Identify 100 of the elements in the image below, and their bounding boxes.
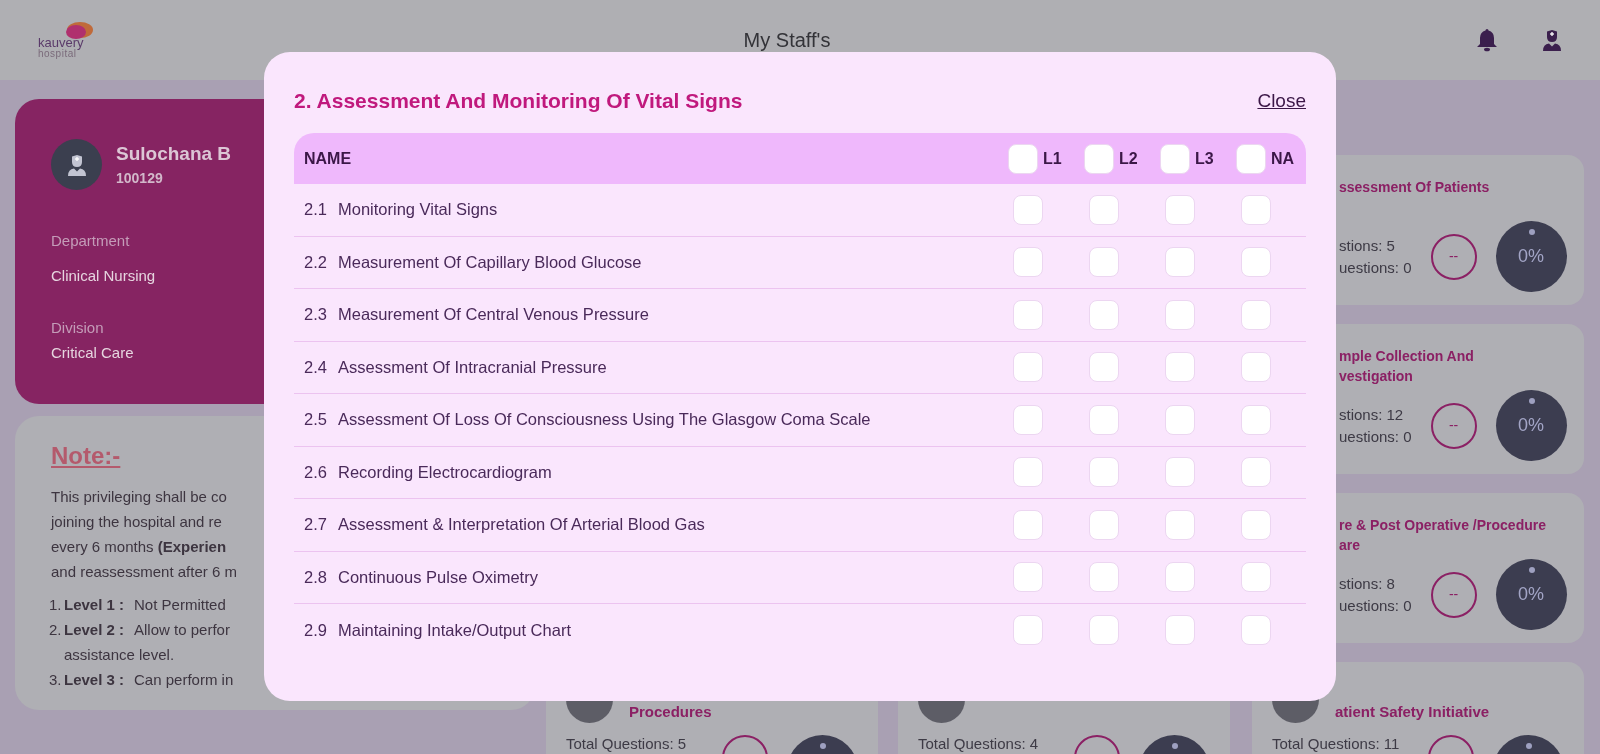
checkbox[interactable] — [1241, 247, 1271, 278]
card-title: atient Safety Initiative — [1335, 701, 1490, 722]
item-name: Assessment Of Intracranial Pressure — [338, 356, 608, 378]
modal-title: 2. Assessment And Monitoring Of Vital Signs — [294, 88, 743, 115]
column-header: NA — [1271, 148, 1295, 169]
checkbox[interactable] — [1013, 562, 1043, 593]
checkbox[interactable] — [1165, 194, 1195, 225]
question-count: Total Questions: 4 — [918, 735, 1039, 752]
checkbox[interactable] — [1089, 457, 1119, 488]
card-title: ssessment Of Patients — [1339, 178, 1491, 197]
checkbox[interactable] — [1013, 299, 1043, 330]
checkbox[interactable] — [1241, 194, 1271, 225]
bell-icon[interactable] — [1476, 28, 1498, 52]
checkbox[interactable] — [1165, 509, 1195, 540]
item-number: 2.6 — [304, 461, 328, 483]
checkbox[interactable] — [1089, 352, 1119, 383]
item-number: 2.3 — [304, 304, 328, 326]
item-number: 2.9 — [304, 619, 328, 641]
item-number: 2.7 — [304, 514, 328, 536]
card-title: re & Post Operative /Procedure — [1339, 516, 1547, 535]
page-title: My Staff's — [743, 28, 831, 53]
checkbox[interactable] — [1013, 615, 1043, 646]
nurse-icon — [1540, 27, 1564, 53]
checkbox[interactable] — [1013, 247, 1043, 278]
checkbox[interactable] — [1089, 194, 1119, 225]
checkbox[interactable] — [1165, 404, 1195, 435]
field-label: Division — [51, 318, 105, 338]
ring-text: -- — [1448, 585, 1459, 604]
checkbox[interactable] — [1236, 143, 1266, 174]
field-value: Critical Care — [51, 342, 135, 363]
checkbox[interactable] — [1089, 615, 1119, 646]
checkbox[interactable] — [1165, 562, 1195, 593]
checkbox[interactable] — [1241, 562, 1271, 593]
percent-text: 0% — [1518, 414, 1545, 437]
item-number: 2.5 — [304, 409, 328, 431]
ring-text: -- — [1448, 247, 1459, 266]
checkbox[interactable] — [1241, 352, 1271, 383]
question-count: uestions: 0 — [1339, 595, 1412, 616]
column-header: L1 — [1043, 148, 1062, 169]
checkbox[interactable] — [1008, 143, 1038, 174]
question-count: uestions: 0 — [1339, 426, 1412, 447]
note-text: This privileging shall be co — [51, 487, 227, 507]
question-count: Total Questions: 11 — [1272, 735, 1400, 752]
note-text: every 6 months (Experien — [51, 537, 227, 557]
checkbox[interactable] — [1089, 299, 1119, 330]
level-label: Level 3 : — [64, 670, 125, 690]
checkbox[interactable] — [1013, 457, 1043, 488]
level-text: Can perform in — [134, 670, 234, 690]
note-text: and reassessment after 6 m — [51, 562, 237, 582]
checkbox[interactable] — [1013, 194, 1043, 225]
item-name: Continuous Pulse Oximetry — [338, 566, 539, 588]
checkbox[interactable] — [1089, 509, 1119, 540]
checkbox[interactable] — [1165, 247, 1195, 278]
checkbox[interactable] — [1165, 457, 1195, 488]
checkbox[interactable] — [1241, 615, 1271, 646]
item-name: Monitoring Vital Signs — [338, 199, 499, 221]
list-number: 2. — [49, 620, 63, 640]
note-heading: Note:- — [51, 442, 121, 469]
checkbox[interactable] — [1165, 299, 1195, 330]
card-title: vestigation — [1339, 367, 1414, 386]
checkbox[interactable] — [1165, 615, 1195, 646]
checkbox[interactable] — [1089, 562, 1119, 593]
question-count: stions: 5 — [1339, 235, 1396, 256]
column-header: NAME — [304, 148, 353, 169]
card-title: are — [1339, 536, 1362, 555]
checkbox[interactable] — [1013, 352, 1043, 383]
checkbox[interactable] — [1241, 404, 1271, 435]
checkbox[interactable] — [1013, 404, 1043, 435]
question-count: stions: 12 — [1339, 404, 1405, 425]
item-name: Recording Electrocardiogram — [338, 461, 553, 483]
item-name: Assessment & Interpretation Of Arterial Blood Gas — [338, 514, 706, 536]
logo[interactable]: kauvery hospital — [38, 21, 98, 59]
level-text: Allow to perfor — [134, 620, 230, 640]
note-text: joining the hospital and re — [51, 512, 222, 532]
checkbox[interactable] — [1241, 457, 1271, 488]
checkbox[interactable] — [1013, 509, 1043, 540]
level-text: Not Permitted — [134, 595, 226, 615]
checkbox[interactable] — [1160, 143, 1190, 174]
field-value: Clinical Nursing — [51, 265, 157, 286]
checkbox[interactable] — [1089, 404, 1119, 435]
staff-name: Sulochana B — [116, 141, 232, 166]
question-count: stions: 8 — [1339, 573, 1396, 594]
checkbox[interactable] — [1241, 509, 1271, 540]
card-title: mple Collection And — [1339, 347, 1475, 366]
logo-subtext: hospital — [38, 49, 77, 59]
checkbox[interactable] — [1165, 352, 1195, 383]
staff-id: 100129 — [116, 169, 164, 189]
item-number: 2.8 — [304, 566, 328, 588]
question-count: uestions: 0 — [1339, 257, 1412, 278]
item-name: Measurement Of Capillary Blood Glucose — [338, 251, 643, 273]
level-label: Level 2 : — [64, 620, 125, 640]
checkbox[interactable] — [1089, 247, 1119, 278]
item-number: 2.1 — [304, 199, 328, 221]
close-link[interactable]: Close — [1257, 86, 1306, 116]
column-header: L2 — [1119, 148, 1138, 169]
checkbox[interactable] — [1084, 143, 1114, 174]
level-label: Level 1 : — [64, 595, 125, 615]
logo-text: kauvery — [38, 36, 85, 49]
checkbox[interactable] — [1241, 299, 1271, 330]
ring-text: -- — [1448, 416, 1459, 435]
